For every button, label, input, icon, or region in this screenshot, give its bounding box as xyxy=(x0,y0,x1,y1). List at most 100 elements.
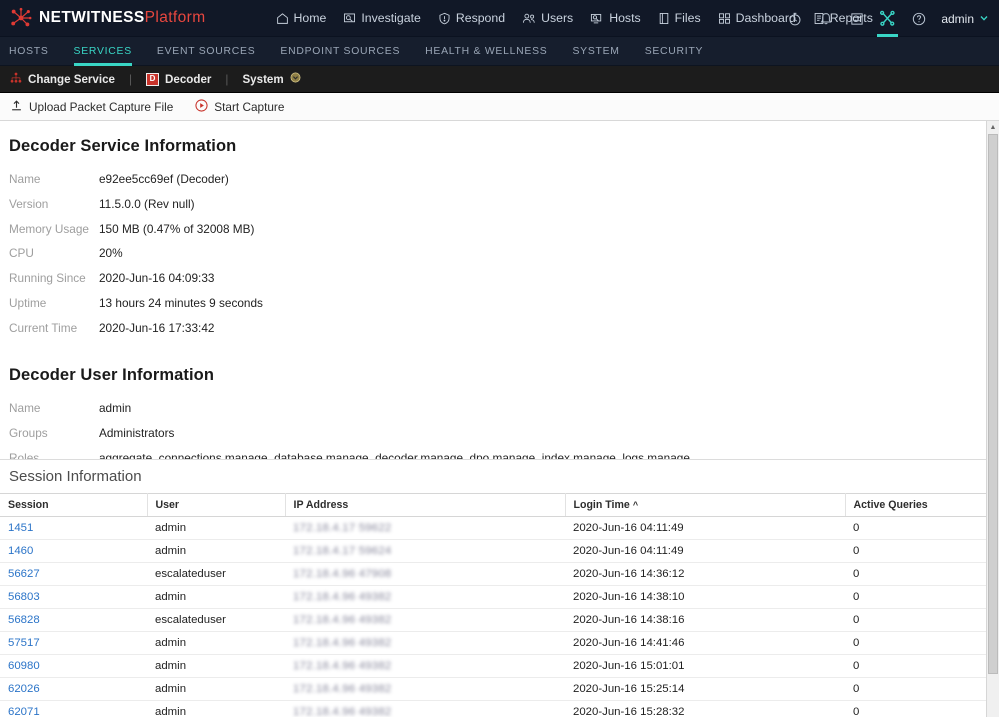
nav-item-home[interactable]: Home xyxy=(276,11,327,25)
ip-redacted: 172.18.4.17 59624 xyxy=(293,545,391,557)
table-row[interactable]: 56828 escalateduser 172.18.4.96 49382 20… xyxy=(0,609,999,632)
cell-queries: 0 xyxy=(845,632,999,655)
nav-item-hosts[interactable]: Hosts xyxy=(590,11,640,25)
cell-user: escalateduser xyxy=(147,563,285,586)
scroll-up-arrow-icon[interactable]: ▲ xyxy=(987,121,999,134)
upload-packet-capture-file-button[interactable]: Upload Packet Capture File xyxy=(10,99,173,115)
info-key: Uptime xyxy=(9,291,99,316)
cell-session[interactable]: 62071 xyxy=(0,701,147,717)
info-row: Uptime13 hours 24 minutes 9 seconds xyxy=(9,291,263,316)
cell-session[interactable]: 56828 xyxy=(0,609,147,632)
info-key: Memory Usage xyxy=(9,217,99,242)
table-row[interactable]: 57517 admin 172.18.4.96 49382 2020-Jun-1… xyxy=(0,632,999,655)
header-utility-icons: admin xyxy=(786,0,991,37)
cell-session[interactable]: 57517 xyxy=(0,632,147,655)
table-row[interactable]: 1460 admin 172.18.4.17 59624 2020-Jun-16… xyxy=(0,540,999,563)
brand-logo[interactable]: NETWITNESSPlatform xyxy=(0,7,206,29)
toolbar-divider-1: | xyxy=(115,73,146,86)
session-table-body: 1451 admin 172.18.4.17 59622 2020-Jun-16… xyxy=(0,517,999,717)
cell-session[interactable]: 60980 xyxy=(0,655,147,678)
column-header-active-queries[interactable]: Active Queries xyxy=(845,494,999,517)
column-header-login-time[interactable]: Login Time^ xyxy=(565,494,845,517)
column-header-ip-address[interactable]: IP Address xyxy=(285,494,565,517)
login-time-label: Login Time xyxy=(574,499,630,511)
nav-item-files[interactable]: Files xyxy=(658,11,701,25)
vertical-scroll-thumb[interactable] xyxy=(988,134,998,674)
cell-session[interactable]: 56627 xyxy=(0,563,147,586)
vertical-scrollbar[interactable]: ▲ ▼ xyxy=(986,121,999,717)
user-info-title: Decoder User Information xyxy=(9,366,999,385)
column-header-user[interactable]: User xyxy=(147,494,285,517)
nav-label: Investigate xyxy=(361,11,420,25)
info-value: 2020-Jun-16 04:09:33 xyxy=(99,266,263,291)
nav-label: Users xyxy=(541,11,573,25)
change-service-button[interactable]: Change Service xyxy=(10,72,115,87)
bell-icon[interactable] xyxy=(817,10,834,27)
respond-icon xyxy=(438,12,451,25)
nav-item-users[interactable]: Users xyxy=(522,11,573,25)
brand-primary: NETWITNESS xyxy=(39,9,145,26)
cell-login: 2020-Jun-16 15:28:32 xyxy=(565,701,845,717)
user-menu[interactable]: admin xyxy=(941,12,991,26)
info-row: CPU20% xyxy=(9,241,263,266)
tab-hosts[interactable]: HOSTS xyxy=(9,37,49,66)
table-row[interactable]: 1451 admin 172.18.4.17 59622 2020-Jun-16… xyxy=(0,517,999,540)
dashboard-icon xyxy=(718,12,731,25)
cell-user: admin xyxy=(147,517,285,540)
timer-icon[interactable] xyxy=(786,10,803,27)
column-header-session[interactable]: Session xyxy=(0,494,147,517)
start-capture-button[interactable]: Start Capture xyxy=(195,99,284,115)
tab-services[interactable]: SERVICES xyxy=(74,37,132,66)
current-service-button[interactable]: D Decoder xyxy=(146,73,211,86)
info-row: Name admin xyxy=(9,396,759,421)
cell-user: admin xyxy=(147,701,285,717)
nav-item-investigate[interactable]: Investigate xyxy=(343,11,420,25)
cell-session[interactable]: 1451 xyxy=(0,517,147,540)
cell-login: 2020-Jun-16 14:41:46 xyxy=(565,632,845,655)
table-row[interactable]: 60980 admin 172.18.4.96 49382 2020-Jun-1… xyxy=(0,655,999,678)
cell-session[interactable]: 56803 xyxy=(0,586,147,609)
tab-system[interactable]: SYSTEM xyxy=(572,37,619,66)
nav-item-respond[interactable]: Respond xyxy=(438,11,505,25)
nav-label: Home xyxy=(294,11,327,25)
hosts-icon xyxy=(590,12,604,25)
netwitness-molecule-icon xyxy=(10,7,32,29)
tasks-icon[interactable] xyxy=(848,10,865,27)
table-row[interactable]: 56627 escalateduser 172.18.4.96 47908 20… xyxy=(0,563,999,586)
session-table-header: Session User IP Address Login Time^ Acti… xyxy=(0,494,999,517)
info-value: e92ee5cc69ef (Decoder) xyxy=(99,167,263,192)
info-value: 150 MB (0.47% of 32008 MB) xyxy=(99,217,263,242)
info-key: Current Time xyxy=(9,316,99,341)
ip-redacted: 172.18.4.96 49382 xyxy=(293,637,391,649)
info-key: Running Since xyxy=(9,266,99,291)
info-row: Running Since2020-Jun-16 04:09:33 xyxy=(9,266,263,291)
sort-ascending-icon: ^ xyxy=(630,500,638,510)
decoder-badge-icon: D xyxy=(146,73,159,86)
tab-security[interactable]: SECURITY xyxy=(645,37,704,66)
tab-health-wellness[interactable]: HEALTH & WELLNESS xyxy=(425,37,547,66)
cell-queries: 0 xyxy=(845,655,999,678)
cell-session[interactable]: 62026 xyxy=(0,678,147,701)
service-info-title: Decoder Service Information xyxy=(9,137,999,156)
nav-item-dashboard[interactable]: Dashboard xyxy=(718,11,796,25)
cell-session[interactable]: 1460 xyxy=(0,540,147,563)
tab-event-sources[interactable]: EVENT SOURCES xyxy=(157,37,255,66)
table-row[interactable]: 62026 admin 172.18.4.96 49382 2020-Jun-1… xyxy=(0,678,999,701)
user-name-key: Name xyxy=(9,396,99,421)
cell-login: 2020-Jun-16 15:25:14 xyxy=(565,678,845,701)
cell-ip: 172.18.4.96 49382 xyxy=(285,632,565,655)
tab-endpoint-sources[interactable]: ENDPOINT SOURCES xyxy=(280,37,400,66)
admin-tools-icon[interactable] xyxy=(879,10,896,27)
session-table: Session User IP Address Login Time^ Acti… xyxy=(0,493,999,717)
user-name-label: admin xyxy=(941,12,974,26)
service-tree-icon xyxy=(10,72,22,87)
session-info-title: Session Information xyxy=(0,460,999,493)
info-value: 20% xyxy=(99,241,263,266)
table-row[interactable]: 62071 admin 172.18.4.96 49382 2020-Jun-1… xyxy=(0,701,999,717)
ip-redacted: 172.18.4.96 49382 xyxy=(293,660,391,672)
system-menu-button[interactable]: System xyxy=(242,72,300,86)
help-icon[interactable] xyxy=(910,10,927,27)
table-row[interactable]: 56803 admin 172.18.4.96 49382 2020-Jun-1… xyxy=(0,586,999,609)
toolbar-divider-2: | xyxy=(211,73,242,86)
cell-ip: 172.18.4.96 49382 xyxy=(285,586,565,609)
